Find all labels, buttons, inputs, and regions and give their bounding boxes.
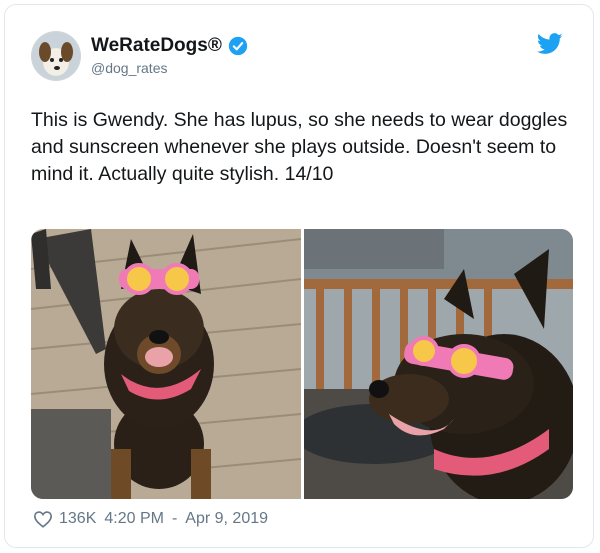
tweet-date[interactable]: Apr 9, 2019 (185, 510, 268, 528)
like-count[interactable]: 136K (59, 510, 96, 528)
tweet-footer: 136K 4:20 PM - Apr 9, 2019 (33, 510, 276, 528)
tweet-media[interactable] (31, 229, 573, 499)
tweet-text: This is Gwendy. She has lupus, so she ne… (31, 109, 573, 185)
heart-icon[interactable] (33, 510, 53, 528)
photo-dog-by-railing[interactable] (304, 229, 573, 499)
photo-dog-on-deck[interactable] (31, 229, 301, 499)
tweet-card: WeRateDogs® @dog_rates This is Gwendy. S… (4, 4, 594, 548)
account-handle[interactable]: @dog_rates (91, 60, 167, 76)
account-name-row[interactable]: WeRateDogs® (91, 35, 248, 57)
footer-separator: - (171, 510, 178, 527)
avatar[interactable] (31, 31, 81, 81)
verified-badge-icon (228, 36, 248, 56)
tweet-time[interactable]: 4:20 PM (104, 510, 164, 528)
avatar-image (32, 32, 80, 80)
display-name[interactable]: WeRateDogs® (91, 35, 222, 57)
twitter-bird-icon[interactable] (537, 33, 563, 55)
